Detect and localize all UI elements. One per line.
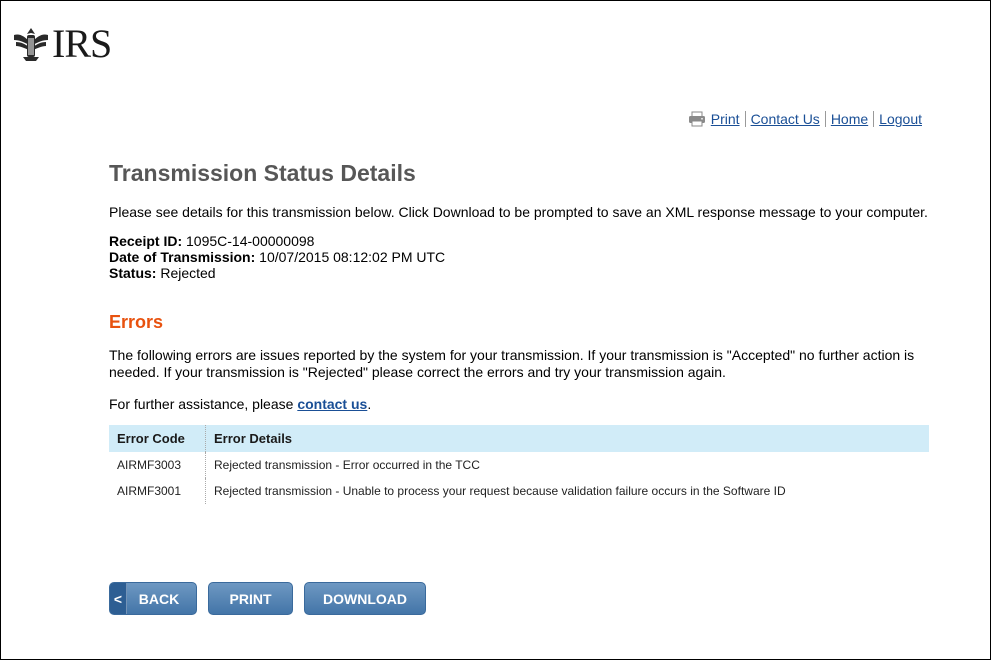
errors-description: The following errors are issues reported… xyxy=(109,347,915,380)
utility-nav: Print Contact Us Home Logout xyxy=(688,111,922,127)
receipt-id-label: Receipt ID: xyxy=(109,233,183,249)
contact-us-inline-link[interactable]: contact us xyxy=(297,396,367,412)
print-button[interactable]: PRINT xyxy=(208,582,293,615)
assist-suffix: . xyxy=(367,396,372,412)
action-buttons: < BACK PRINT DOWNLOAD xyxy=(109,582,437,615)
home-link[interactable]: Home xyxy=(831,111,868,127)
status-row: Status: Rejected xyxy=(109,265,929,281)
logout-link[interactable]: Logout xyxy=(879,111,922,127)
irs-logo[interactable]: IRS xyxy=(12,21,112,66)
assistance-text: For further assistance, please contact u… xyxy=(109,396,929,413)
errors-table: Error Code Error Details AIRMF3003 Rejec… xyxy=(109,425,929,504)
contact-us-link[interactable]: Contact Us xyxy=(751,111,820,127)
nav-divider xyxy=(824,111,826,127)
intro-text: Please see details for this transmission… xyxy=(109,204,928,220)
logo-text: IRS xyxy=(52,21,112,66)
status-value: Rejected xyxy=(156,265,216,281)
table-header-row: Error Code Error Details xyxy=(109,425,929,452)
print-link[interactable]: Print xyxy=(711,111,740,127)
date-row: Date of Transmission: 10/07/2015 08:12:0… xyxy=(109,249,929,265)
printer-icon[interactable] xyxy=(688,111,706,127)
page-frame: IRS Print Contact Us Home Logout Transmi… xyxy=(0,0,991,660)
date-value: 10/07/2015 08:12:02 PM UTC xyxy=(255,249,446,265)
receipt-id-row: Receipt ID: 1095C-14-00000098 xyxy=(109,233,929,249)
chevron-left-icon: < xyxy=(110,583,127,614)
page-title: Transmission Status Details xyxy=(109,160,416,186)
error-code-cell: AIRMF3003 xyxy=(117,458,182,472)
status-label: Status: xyxy=(109,265,157,281)
date-label: Date of Transmission: xyxy=(109,249,256,265)
column-header-error-details: Error Details xyxy=(205,425,929,452)
receipt-id-value: 1095C-14-00000098 xyxy=(182,233,315,249)
column-header-error-code: Error Code xyxy=(109,425,206,452)
error-details-cell: Rejected transmission - Error occurred i… xyxy=(205,452,929,478)
download-button[interactable]: DOWNLOAD xyxy=(304,582,426,615)
table-row: AIRMF3003 Rejected transmission - Error … xyxy=(109,452,929,478)
errors-heading: Errors xyxy=(109,312,164,332)
back-button-label: BACK xyxy=(138,590,180,607)
main-content: Transmission Status Details Please see d… xyxy=(109,157,929,504)
table-row: AIRMF3001 Rejected transmission - Unable… xyxy=(109,478,929,504)
assist-prefix: For further assistance, please xyxy=(109,396,298,412)
back-button[interactable]: < BACK xyxy=(109,582,197,615)
transmission-details: Receipt ID: 1095C-14-00000098 Date of Tr… xyxy=(109,233,929,281)
eagle-icon xyxy=(14,28,48,61)
error-code-cell: AIRMF3001 xyxy=(117,484,182,498)
error-details-cell: Rejected transmission - Unable to proces… xyxy=(205,478,929,504)
nav-divider xyxy=(744,111,746,127)
nav-divider xyxy=(873,111,875,127)
